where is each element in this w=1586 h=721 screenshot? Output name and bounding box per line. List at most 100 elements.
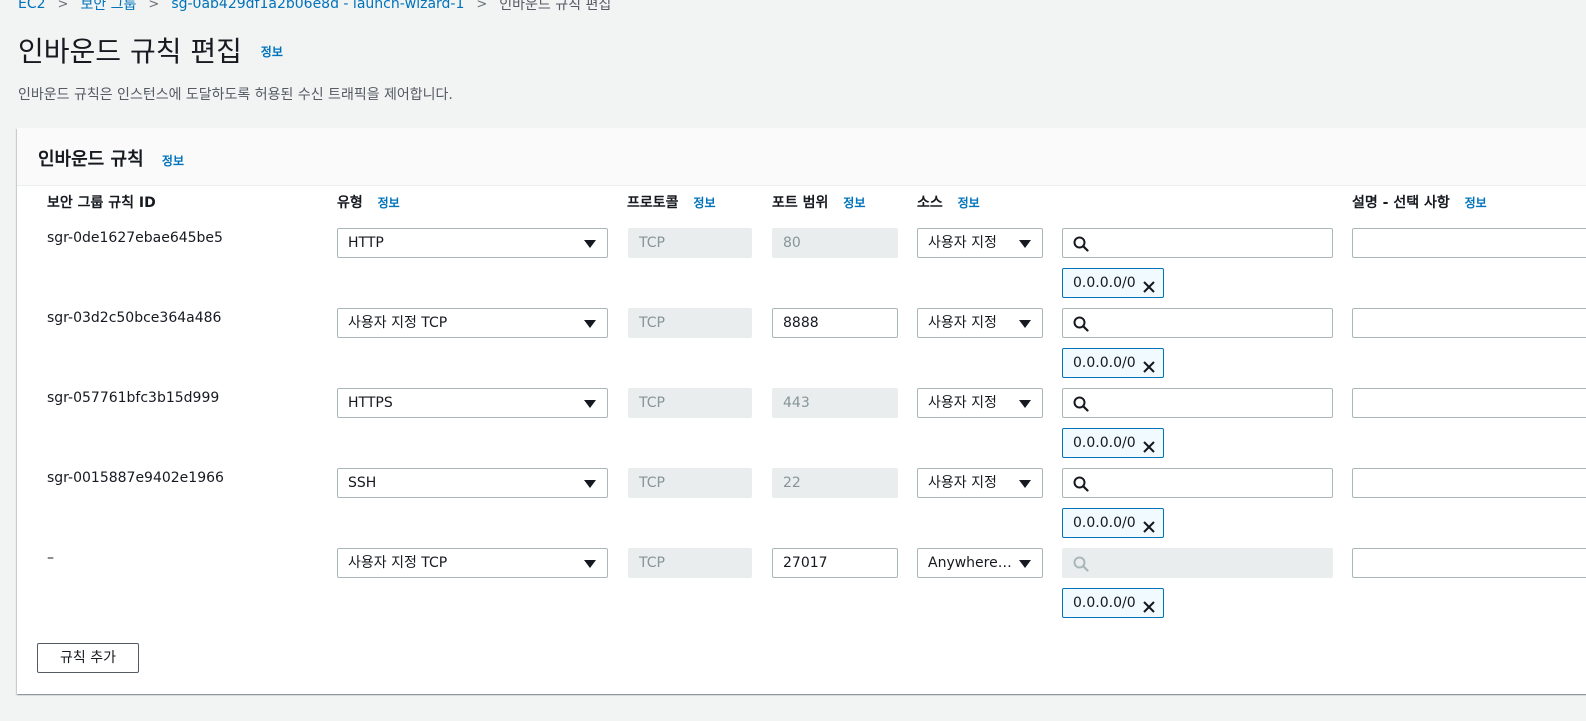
cidr-token: 0.0.0.0/0	[1062, 588, 1164, 618]
description-input[interactable]	[1352, 308, 1586, 338]
cidr-token: 0.0.0.0/0	[1062, 508, 1164, 538]
column-rule-id-label: 보안 그룹 규칙 ID	[47, 195, 156, 211]
rule-id: sgr-057761bfc3b15d999	[47, 390, 220, 406]
search-icon	[1073, 316, 1089, 336]
type-select[interactable]: SSH	[337, 468, 608, 498]
cidr-token-label: 0.0.0.0/0	[1073, 355, 1136, 371]
source-search-input[interactable]	[1062, 388, 1333, 418]
source-select-value: 사용자 지정	[928, 395, 997, 411]
column-source-label: 소스	[917, 195, 943, 211]
type-select[interactable]: HTTPS	[337, 388, 608, 418]
column-port-range-label: 포트 범위	[772, 195, 829, 211]
panel-header: 인바운드 규칙 정보	[17, 128, 1586, 186]
caret-down-icon	[584, 400, 596, 408]
port-range-input: 22	[772, 468, 898, 498]
source-select[interactable]: 사용자 지정	[917, 388, 1043, 418]
close-icon[interactable]	[1142, 516, 1156, 544]
description-input[interactable]	[1352, 548, 1586, 578]
caret-down-icon	[1019, 480, 1031, 488]
page-title-text: 인바운드 규칙 편집	[18, 35, 242, 68]
type-select-value: HTTP	[348, 235, 384, 251]
panel-title-text: 인바운드 규칙	[38, 149, 144, 170]
type-select[interactable]: 사용자 지정 TCP	[337, 548, 608, 578]
port-range-input: 80	[772, 228, 898, 258]
panel-info-link[interactable]: 정보	[162, 154, 184, 168]
source-select[interactable]: 사용자 지정	[917, 308, 1043, 338]
type-select-value: HTTPS	[348, 395, 393, 411]
close-icon[interactable]	[1142, 596, 1156, 624]
port-range-input[interactable]: 8888	[772, 308, 898, 338]
add-rule-button[interactable]: 규칙 추가	[37, 643, 139, 673]
rule-id: sgr-0de1627ebae645be5	[47, 230, 223, 246]
caret-down-icon	[1019, 400, 1031, 408]
protocol-field: TCP	[628, 388, 752, 418]
page-title: 인바운드 규칙 편집 정보	[18, 30, 283, 70]
breadcrumb-security-groups[interactable]: 보안 그룹	[80, 0, 136, 14]
type-info-link[interactable]: 정보	[378, 196, 400, 210]
caret-down-icon	[1019, 320, 1031, 328]
source-select-value: 사용자 지정	[928, 235, 997, 251]
cidr-token-label: 0.0.0.0/0	[1073, 515, 1136, 531]
chevron-right-icon: >	[57, 0, 69, 12]
source-search-input[interactable]	[1062, 468, 1333, 498]
breadcrumb-security-group[interactable]: sg-0ab429df1a2b06e8d - launch-wizard-1	[171, 0, 464, 12]
rule-id: sgr-0015887e9402e1966	[47, 470, 224, 486]
source-select[interactable]: 사용자 지정	[917, 228, 1043, 258]
inbound-rules-panel: 인바운드 규칙 정보 보안 그룹 규칙 ID 유형 정보 프로토콜 정보 포트 …	[17, 128, 1586, 694]
cidr-token-label: 0.0.0.0/0	[1073, 435, 1136, 451]
protocol-field: TCP	[628, 308, 752, 338]
port-range-input[interactable]: 27017	[772, 548, 898, 578]
type-select-value: 사용자 지정 TCP	[348, 555, 448, 571]
description-input[interactable]	[1352, 228, 1586, 258]
close-icon[interactable]	[1142, 356, 1156, 384]
source-select-value: Anywhere-IPv4	[928, 555, 1032, 571]
port-range-input: 443	[772, 388, 898, 418]
caret-down-icon	[584, 240, 596, 248]
source-select[interactable]: 사용자 지정	[917, 468, 1043, 498]
source-info-link[interactable]: 정보	[958, 196, 980, 210]
breadcrumb-current: 인바운드 규칙 편집	[499, 0, 612, 13]
source-search-input	[1062, 548, 1333, 578]
close-icon[interactable]	[1142, 436, 1156, 464]
page-info-link[interactable]: 정보	[261, 45, 283, 59]
search-icon	[1073, 236, 1089, 256]
type-select[interactable]: HTTP	[337, 228, 608, 258]
source-search-input[interactable]	[1062, 228, 1333, 258]
rule-id: –	[47, 550, 54, 566]
caret-down-icon	[1019, 560, 1031, 568]
protocol-field: TCP	[628, 468, 752, 498]
column-description-label: 설명 - 선택 사항	[1352, 195, 1450, 211]
type-select-value: 사용자 지정 TCP	[348, 315, 448, 331]
column-protocol-label: 프로토콜	[627, 195, 679, 211]
cidr-token-label: 0.0.0.0/0	[1073, 275, 1136, 291]
source-select[interactable]: Anywhere-IPv4	[917, 548, 1043, 578]
chevron-right-icon: >	[148, 0, 160, 12]
caret-down-icon	[584, 320, 596, 328]
description-input[interactable]	[1352, 388, 1586, 418]
column-rule-id: 보안 그룹 규칙 ID	[47, 192, 156, 212]
cidr-token: 0.0.0.0/0	[1062, 268, 1164, 298]
protocol-info-link[interactable]: 정보	[693, 196, 715, 210]
column-source: 소스 정보	[917, 192, 980, 212]
description-input[interactable]	[1352, 468, 1586, 498]
caret-down-icon	[584, 480, 596, 488]
protocol-field: TCP	[628, 228, 752, 258]
source-select-value: 사용자 지정	[928, 475, 997, 491]
chevron-right-icon: >	[476, 0, 488, 12]
port-range-info-link[interactable]: 정보	[843, 196, 865, 210]
rule-id: sgr-03d2c50bce364a486	[47, 310, 222, 326]
search-icon	[1073, 476, 1089, 496]
column-type-label: 유형	[337, 195, 363, 211]
breadcrumb: EC2 > 보안 그룹 > sg-0ab429df1a2b06e8d - lau…	[18, 0, 611, 14]
source-search-input[interactable]	[1062, 308, 1333, 338]
description-info-link[interactable]: 정보	[1465, 196, 1487, 210]
protocol-field: TCP	[628, 548, 752, 578]
panel-title: 인바운드 규칙 정보	[38, 145, 184, 171]
caret-down-icon	[584, 560, 596, 568]
cidr-token-label: 0.0.0.0/0	[1073, 595, 1136, 611]
type-select[interactable]: 사용자 지정 TCP	[337, 308, 608, 338]
column-description: 설명 - 선택 사항 정보	[1352, 192, 1487, 212]
cidr-token: 0.0.0.0/0	[1062, 428, 1164, 458]
close-icon[interactable]	[1142, 276, 1156, 304]
breadcrumb-ec2[interactable]: EC2	[18, 0, 46, 12]
